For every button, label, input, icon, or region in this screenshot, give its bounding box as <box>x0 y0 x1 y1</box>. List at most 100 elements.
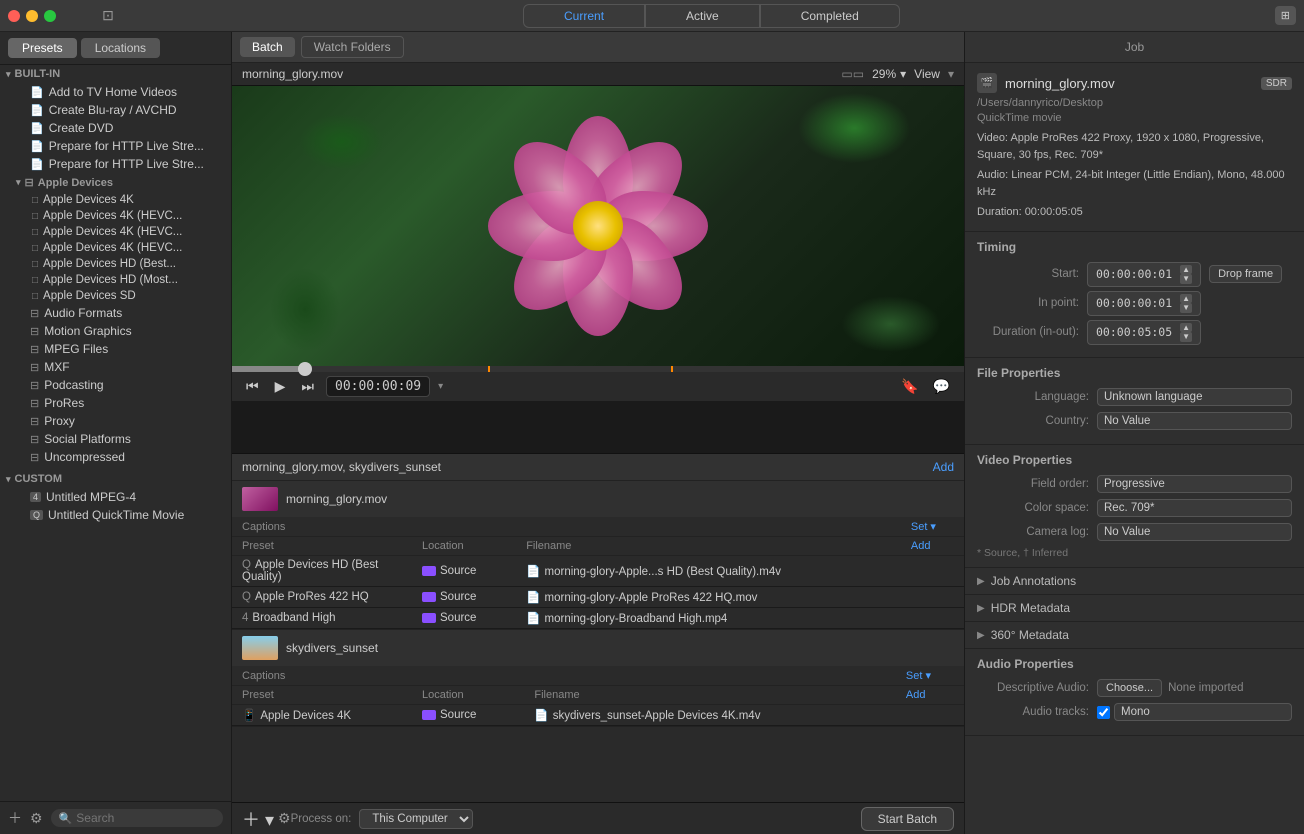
add-queue-button[interactable]: ＋ ▾ <box>242 806 274 832</box>
item-label: Apple Devices HD (Best... <box>43 258 176 270</box>
watch-folders-button[interactable]: Watch Folders <box>301 36 404 58</box>
sidebar-item-mxf[interactable]: ⊟ MXF <box>2 358 229 376</box>
sidebar-toggle-icon[interactable]: ⊡ <box>102 7 114 24</box>
sidebar-item-dvd[interactable]: 📄 Create DVD <box>2 119 229 137</box>
sidebar-tab-presets[interactable]: Presets <box>8 38 77 58</box>
job-annotations-header[interactable]: ▶ Job Annotations <box>965 568 1304 594</box>
play-button[interactable]: ▶ <box>271 376 290 397</box>
apple-devices-label: Apple Devices <box>38 177 113 189</box>
field-order-select[interactable]: Progressive <box>1097 475 1292 493</box>
batch-button[interactable]: Batch <box>240 37 295 57</box>
start-batch-button[interactable]: Start Batch <box>861 807 954 831</box>
sidebar-item-apple-4k-hevc3[interactable]: □Apple Devices 4K (HEVC... <box>12 240 231 256</box>
start-stepper[interactable]: ▲ ▼ <box>1180 265 1192 284</box>
sidebar-item-apple-4k-hevc1[interactable]: □Apple Devices 4K (HEVC... <box>12 208 231 224</box>
sidebar-item-tv-home[interactable]: 📄 Add to TV Home Videos <box>2 83 229 101</box>
choose-button[interactable]: Choose... <box>1097 679 1162 697</box>
tab-current[interactable]: Current <box>523 4 645 28</box>
preset-icon: 📱 <box>242 710 256 722</box>
set-button[interactable]: Set ▾ <box>906 670 931 682</box>
add-preset-button[interactable]: Add <box>911 540 931 552</box>
sidebar-item-motion-graphics[interactable]: ⊟ Motion Graphics <box>2 322 229 340</box>
settings-icon[interactable]: ⊞ <box>1275 6 1296 25</box>
sidebar-item-bluray[interactable]: 📄 Create Blu-ray / AVCHD <box>2 101 229 119</box>
process-select[interactable]: This Computer <box>359 809 473 829</box>
job-duration: Duration: 00:00:05:05 <box>977 204 1292 221</box>
country-select[interactable]: No Value <box>1097 412 1292 430</box>
section-custom[interactable]: ▾ CUSTOM <box>0 470 231 488</box>
add-preset-button[interactable]: ＋ <box>8 808 22 828</box>
queue-item-skydivers-header[interactable]: skydivers_sunset <box>232 630 964 666</box>
queue-settings-button[interactable]: ⚙ <box>278 810 291 827</box>
folder-icon: ⊟ <box>30 379 39 392</box>
sidebar-item-proxy[interactable]: ⊟ Proxy <box>2 412 229 430</box>
sidebar-tab-locations[interactable]: Locations <box>81 38 160 58</box>
duration-up-button[interactable]: ▲ <box>1180 323 1192 333</box>
camera-log-select[interactable]: No Value <box>1097 523 1292 541</box>
sidebar-item-mpeg4[interactable]: 4 Untitled MPEG-4 <box>2 488 229 506</box>
search-input[interactable] <box>76 811 215 825</box>
sidebar-item-http2[interactable]: 📄 Prepare for HTTP Live Stre... <box>2 155 229 173</box>
sidebar-item-apple-4k[interactable]: □Apple Devices 4K <box>12 192 231 208</box>
sidebar-item-podcasting[interactable]: ⊟ Podcasting <box>2 376 229 394</box>
descriptive-audio-label: Descriptive Audio: <box>977 682 1097 694</box>
minimize-button[interactable] <box>26 10 38 22</box>
sidebar-item-mpeg-files[interactable]: ⊟ MPEG Files <box>2 340 229 358</box>
queue-item-morning-glory-header[interactable]: morning_glory.mov <box>232 481 964 517</box>
color-space-select[interactable]: Rec. 709* <box>1097 499 1292 517</box>
sidebar-item-apple-4k-hevc2[interactable]: □Apple Devices 4K (HEVC... <box>12 224 231 240</box>
sidebar-item-prores[interactable]: ⊟ ProRes <box>2 394 229 412</box>
preset-name: QApple Devices HD (Best Quality) <box>232 556 412 587</box>
bookmark-button[interactable]: 🔖 <box>897 376 922 397</box>
maximize-button[interactable] <box>44 10 56 22</box>
speech-bubble-button[interactable]: 💬 <box>929 376 954 397</box>
sidebar-item-audio-formats[interactable]: ⊟ Audio Formats <box>2 304 229 322</box>
start-down-button[interactable]: ▼ <box>1180 274 1192 284</box>
set-button[interactable]: Set ▾ <box>911 521 936 533</box>
duration-down-button[interactable]: ▼ <box>1180 332 1192 342</box>
start-up-button[interactable]: ▲ <box>1180 265 1192 275</box>
custom-label: CUSTOM <box>15 473 62 485</box>
folder-icon: ⊟ <box>30 307 39 320</box>
duration-stepper[interactable]: ▲ ▼ <box>1180 323 1192 342</box>
sidebar-item-apple-hd-best[interactable]: □ Apple Devices HD (Best... <box>12 256 231 272</box>
language-select[interactable]: Unknown language <box>1097 388 1292 406</box>
queue-add-button[interactable]: Add <box>933 460 954 474</box>
playback-bar[interactable] <box>232 366 964 372</box>
360-metadata-header[interactable]: ▶ 360° Metadata <box>965 622 1304 648</box>
hdr-metadata-header[interactable]: ▶ HDR Metadata <box>965 595 1304 621</box>
settings-preset-button[interactable]: ⚙ <box>30 810 43 827</box>
tab-completed[interactable]: Completed <box>760 4 900 28</box>
queue-item-skydivers: skydivers_sunset Captions Set ▾ Preset L… <box>232 630 964 727</box>
drop-frame-button[interactable]: Drop frame <box>1209 265 1282 283</box>
view-button[interactable]: View <box>914 67 940 81</box>
device-icon: □ <box>32 259 38 270</box>
inpoint-stepper[interactable]: ▲ ▼ <box>1180 294 1192 313</box>
folder-icon: ⊟ <box>30 415 39 428</box>
go-to-end-button[interactable]: ⏭ <box>297 376 318 397</box>
add-preset-button[interactable]: Add <box>906 689 926 701</box>
field-order-value: Progressive <box>1097 475 1292 493</box>
file-properties-section: File Properties Language: Unknown langua… <box>965 358 1304 445</box>
tab-active[interactable]: Active <box>645 4 760 28</box>
section-built-in[interactable]: ▾ BUILT-IN <box>0 65 231 83</box>
go-to-start-button[interactable]: ⏮ <box>242 376 263 397</box>
queue-header: morning_glory.mov, skydivers_sunset Add <box>232 454 964 481</box>
sidebar-item-http1[interactable]: 📄 Prepare for HTTP Live Stre... <box>2 137 229 155</box>
audio-tracks-checkbox[interactable] <box>1097 706 1110 719</box>
sidebar-item-uncompressed[interactable]: ⊟ Uncompressed <box>2 448 229 466</box>
close-button[interactable] <box>8 10 20 22</box>
playback-thumb[interactable] <box>298 362 312 376</box>
sidebar-item-quicktime[interactable]: Q Untitled QuickTime Movie <box>2 506 229 524</box>
video-properties-title: Video Properties <box>977 453 1292 467</box>
inpoint-up-button[interactable]: ▲ <box>1180 294 1192 304</box>
inpoint-down-button[interactable]: ▼ <box>1180 303 1192 313</box>
section-apple-devices[interactable]: ▾ ⊟ Apple Devices <box>0 173 231 192</box>
audio-tracks-row: Audio tracks: Mono <box>977 703 1292 721</box>
start-row: Start: 00:00:00:01 ▲ ▼ Drop frame <box>977 262 1292 287</box>
audio-tracks-select[interactable]: Mono <box>1114 703 1292 721</box>
sidebar-item-apple-sd[interactable]: □Apple Devices SD <box>12 288 231 304</box>
none-imported-label: None imported <box>1168 682 1243 694</box>
sidebar-item-apple-hd-most[interactable]: □Apple Devices HD (Most... <box>12 272 231 288</box>
sidebar-item-social-platforms[interactable]: ⊟ Social Platforms <box>2 430 229 448</box>
